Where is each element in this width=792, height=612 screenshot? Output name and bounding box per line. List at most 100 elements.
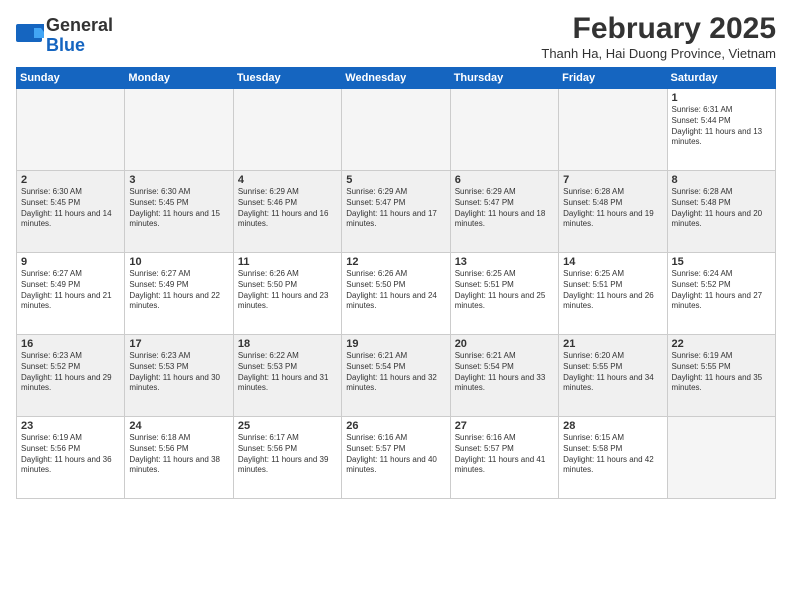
calendar-table: Sunday Monday Tuesday Wednesday Thursday… <box>16 67 776 499</box>
table-row: 22Sunrise: 6:19 AMSunset: 5:55 PMDayligh… <box>667 335 775 417</box>
table-row: 9Sunrise: 6:27 AMSunset: 5:49 PMDaylight… <box>17 253 125 335</box>
day-info: Sunrise: 6:29 AMSunset: 5:46 PMDaylight:… <box>238 187 337 230</box>
table-row: 15Sunrise: 6:24 AMSunset: 5:52 PMDayligh… <box>667 253 775 335</box>
table-row: 20Sunrise: 6:21 AMSunset: 5:54 PMDayligh… <box>450 335 558 417</box>
day-info: Sunrise: 6:29 AMSunset: 5:47 PMDaylight:… <box>455 187 554 230</box>
col-tuesday: Tuesday <box>233 68 341 89</box>
day-number: 4 <box>238 174 337 186</box>
day-info: Sunrise: 6:31 AMSunset: 5:44 PMDaylight:… <box>672 105 771 148</box>
day-number: 20 <box>455 338 554 350</box>
day-info: Sunrise: 6:15 AMSunset: 5:58 PMDaylight:… <box>563 433 662 476</box>
day-number: 22 <box>672 338 771 350</box>
month-year-title: February 2025 <box>541 12 776 46</box>
day-number: 11 <box>238 256 337 268</box>
day-info: Sunrise: 6:16 AMSunset: 5:57 PMDaylight:… <box>346 433 445 476</box>
day-info: Sunrise: 6:27 AMSunset: 5:49 PMDaylight:… <box>21 269 120 312</box>
table-row: 19Sunrise: 6:21 AMSunset: 5:54 PMDayligh… <box>342 335 450 417</box>
table-row <box>450 89 558 171</box>
day-number: 6 <box>455 174 554 186</box>
col-monday: Monday <box>125 68 233 89</box>
logo: GeneralBlue <box>16 16 113 56</box>
table-row: 3Sunrise: 6:30 AMSunset: 5:45 PMDaylight… <box>125 171 233 253</box>
calendar-week-row: 23Sunrise: 6:19 AMSunset: 5:56 PMDayligh… <box>17 417 776 499</box>
day-number: 2 <box>21 174 120 186</box>
day-info: Sunrise: 6:21 AMSunset: 5:54 PMDaylight:… <box>346 351 445 394</box>
table-row: 6Sunrise: 6:29 AMSunset: 5:47 PMDaylight… <box>450 171 558 253</box>
calendar-week-row: 9Sunrise: 6:27 AMSunset: 5:49 PMDaylight… <box>17 253 776 335</box>
day-number: 23 <box>21 420 120 432</box>
table-row: 4Sunrise: 6:29 AMSunset: 5:46 PMDaylight… <box>233 171 341 253</box>
day-info: Sunrise: 6:19 AMSunset: 5:56 PMDaylight:… <box>21 433 120 476</box>
logo-text: GeneralBlue <box>46 16 113 56</box>
location-subtitle: Thanh Ha, Hai Duong Province, Vietnam <box>541 46 776 61</box>
table-row <box>342 89 450 171</box>
table-row: 27Sunrise: 6:16 AMSunset: 5:57 PMDayligh… <box>450 417 558 499</box>
table-row: 18Sunrise: 6:22 AMSunset: 5:53 PMDayligh… <box>233 335 341 417</box>
table-row: 10Sunrise: 6:27 AMSunset: 5:49 PMDayligh… <box>125 253 233 335</box>
table-row <box>125 89 233 171</box>
day-info: Sunrise: 6:29 AMSunset: 5:47 PMDaylight:… <box>346 187 445 230</box>
day-info: Sunrise: 6:23 AMSunset: 5:52 PMDaylight:… <box>21 351 120 394</box>
table-row: 24Sunrise: 6:18 AMSunset: 5:56 PMDayligh… <box>125 417 233 499</box>
table-row: 28Sunrise: 6:15 AMSunset: 5:58 PMDayligh… <box>559 417 667 499</box>
day-number: 19 <box>346 338 445 350</box>
day-number: 13 <box>455 256 554 268</box>
calendar-week-row: 16Sunrise: 6:23 AMSunset: 5:52 PMDayligh… <box>17 335 776 417</box>
day-number: 25 <box>238 420 337 432</box>
day-info: Sunrise: 6:26 AMSunset: 5:50 PMDaylight:… <box>238 269 337 312</box>
day-number: 26 <box>346 420 445 432</box>
col-sunday: Sunday <box>17 68 125 89</box>
day-info: Sunrise: 6:28 AMSunset: 5:48 PMDaylight:… <box>563 187 662 230</box>
day-info: Sunrise: 6:30 AMSunset: 5:45 PMDaylight:… <box>129 187 228 230</box>
table-row: 14Sunrise: 6:25 AMSunset: 5:51 PMDayligh… <box>559 253 667 335</box>
table-row: 2Sunrise: 6:30 AMSunset: 5:45 PMDaylight… <box>17 171 125 253</box>
col-saturday: Saturday <box>667 68 775 89</box>
title-block: February 2025 Thanh Ha, Hai Duong Provin… <box>541 12 776 61</box>
table-row: 16Sunrise: 6:23 AMSunset: 5:52 PMDayligh… <box>17 335 125 417</box>
table-row <box>667 417 775 499</box>
table-row: 5Sunrise: 6:29 AMSunset: 5:47 PMDaylight… <box>342 171 450 253</box>
table-row: 1Sunrise: 6:31 AMSunset: 5:44 PMDaylight… <box>667 89 775 171</box>
day-info: Sunrise: 6:22 AMSunset: 5:53 PMDaylight:… <box>238 351 337 394</box>
table-row <box>559 89 667 171</box>
table-row: 11Sunrise: 6:26 AMSunset: 5:50 PMDayligh… <box>233 253 341 335</box>
day-number: 12 <box>346 256 445 268</box>
day-info: Sunrise: 6:19 AMSunset: 5:55 PMDaylight:… <box>672 351 771 394</box>
table-row: 17Sunrise: 6:23 AMSunset: 5:53 PMDayligh… <box>125 335 233 417</box>
table-row: 21Sunrise: 6:20 AMSunset: 5:55 PMDayligh… <box>559 335 667 417</box>
day-number: 7 <box>563 174 662 186</box>
col-wednesday: Wednesday <box>342 68 450 89</box>
table-row: 23Sunrise: 6:19 AMSunset: 5:56 PMDayligh… <box>17 417 125 499</box>
table-row: 12Sunrise: 6:26 AMSunset: 5:50 PMDayligh… <box>342 253 450 335</box>
day-number: 18 <box>238 338 337 350</box>
day-number: 17 <box>129 338 228 350</box>
day-number: 28 <box>563 420 662 432</box>
table-row <box>233 89 341 171</box>
calendar-week-row: 2 Sunrise: 6:30 AMSunset: 5:45 PMDaylight… <box>17 171 776 253</box>
day-info: Sunrise: 6:24 AMSunset: 5:52 PMDaylight:… <box>672 269 771 312</box>
day-info: Sunrise: 6:21 AMSunset: 5:54 PMDaylight:… <box>455 351 554 394</box>
table-row: 26Sunrise: 6:16 AMSunset: 5:57 PMDayligh… <box>342 417 450 499</box>
day-info: Sunrise: 6:20 AMSunset: 5:55 PMDaylight:… <box>563 351 662 394</box>
table-row: 8Sunrise: 6:28 AMSunset: 5:48 PMDaylight… <box>667 171 775 253</box>
day-info: Sunrise: 6:17 AMSunset: 5:56 PMDaylight:… <box>238 433 337 476</box>
day-number: 24 <box>129 420 228 432</box>
col-friday: Friday <box>559 68 667 89</box>
day-info: Sunrise: 6:16 AMSunset: 5:57 PMDaylight:… <box>455 433 554 476</box>
calendar-week-row: 1Sunrise: 6:31 AMSunset: 5:44 PMDaylight… <box>17 89 776 171</box>
table-row: 13Sunrise: 6:25 AMSunset: 5:51 PMDayligh… <box>450 253 558 335</box>
day-number: 9 <box>21 256 120 268</box>
day-number: 14 <box>563 256 662 268</box>
day-info: Sunrise: 6:27 AMSunset: 5:49 PMDaylight:… <box>129 269 228 312</box>
day-info: Sunrise: 6:28 AMSunset: 5:48 PMDaylight:… <box>672 187 771 230</box>
calendar-page: GeneralBlue February 2025 Thanh Ha, Hai … <box>0 0 792 612</box>
day-number: 27 <box>455 420 554 432</box>
col-thursday: Thursday <box>450 68 558 89</box>
header-row: GeneralBlue February 2025 Thanh Ha, Hai … <box>16 12 776 61</box>
day-info: Sunrise: 6:25 AMSunset: 5:51 PMDaylight:… <box>563 269 662 312</box>
day-number: 10 <box>129 256 228 268</box>
logo-icon <box>16 24 44 48</box>
day-info: Sunrise: 6:23 AMSunset: 5:53 PMDaylight:… <box>129 351 228 394</box>
day-number: 16 <box>21 338 120 350</box>
day-number: 5 <box>346 174 445 186</box>
